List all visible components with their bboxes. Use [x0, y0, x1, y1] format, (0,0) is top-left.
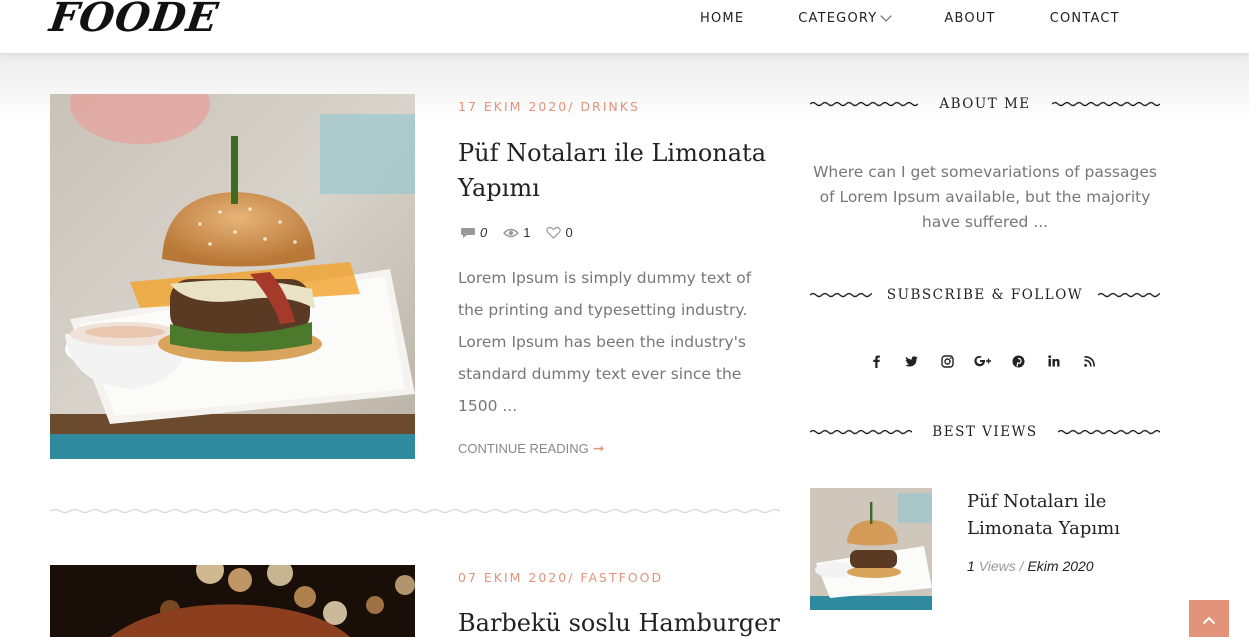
best-view-views-label: Views	[978, 558, 1016, 574]
nav-about[interactable]: ABOUT	[944, 10, 995, 26]
nav-contact-label: CONTACT	[1049, 10, 1120, 26]
facebook-icon[interactable]	[866, 352, 886, 370]
comments-stat: 0	[460, 225, 487, 240]
subscribe-title: SUBSCRIBE & FOLLOW	[886, 287, 1084, 303]
comment-icon	[461, 227, 475, 238]
comments-count: 0	[480, 225, 488, 240]
wave-ornament-left	[810, 101, 918, 107]
wave-ornament-right	[1057, 429, 1160, 435]
best-view-views-count: 1	[967, 558, 975, 574]
nav-category[interactable]: CATEGORY	[798, 9, 893, 26]
rss-icon[interactable]	[1079, 352, 1099, 370]
post-meta[interactable]: 17 EKIM 2020/ DRINKS	[458, 99, 640, 114]
about-me-text: Where can I get somevariations of passag…	[813, 163, 1157, 231]
views-stat: 1	[503, 225, 530, 240]
wave-ornament-right	[1052, 101, 1160, 107]
post-image-bbq-burger[interactable]	[50, 565, 415, 637]
wave-ornament-right	[1098, 292, 1160, 298]
continue-reading-label: CONTINUE READING	[458, 441, 589, 456]
site-header: FOODE HOME CATEGORY ABOUT CONTACT	[0, 0, 1249, 53]
about-me-title: ABOUT ME	[939, 96, 1031, 112]
best-view-separator: /	[1019, 558, 1024, 574]
best-view-thumbnail[interactable]	[810, 488, 932, 610]
chevron-up-icon	[1202, 616, 1216, 624]
likes-count: 0	[565, 225, 573, 240]
pinterest-icon[interactable]	[1008, 352, 1028, 370]
best-view-date: Ekim 2020	[1027, 558, 1094, 574]
post-stats: 0 1 0	[460, 225, 589, 240]
eye-icon	[503, 228, 520, 237]
scroll-to-top-button[interactable]	[1189, 600, 1229, 637]
about-me-heading: ABOUT ME	[810, 94, 1160, 114]
views-count: 1	[523, 225, 531, 240]
wave-ornament-left	[810, 429, 912, 435]
twitter-icon[interactable]	[902, 352, 922, 370]
arrow-right-icon: ➞	[592, 440, 605, 456]
post-image-burger[interactable]	[50, 94, 415, 459]
wave-ornament-left	[810, 292, 872, 298]
best-view-title[interactable]: Püf Notaları ile Limonata Yapımı	[967, 488, 1147, 542]
heart-icon	[546, 226, 562, 239]
continue-reading-link[interactable]: CONTINUE READING ➞	[458, 440, 604, 457]
google-plus-icon[interactable]	[973, 352, 993, 370]
likes-stat[interactable]: 0	[546, 225, 573, 240]
subscribe-heading: SUBSCRIBE & FOLLOW	[810, 285, 1160, 305]
wavy-divider	[50, 508, 780, 514]
best-views-title: BEST VIEWS	[932, 424, 1038, 440]
post-title[interactable]: Püf Notaları ile Limonata Yapımı	[458, 136, 778, 206]
main-nav: HOME CATEGORY ABOUT CONTACT	[700, 9, 1120, 26]
site-logo[interactable]: FOODE	[47, 0, 222, 41]
best-view-meta: 1 Views / Ekim 2020	[967, 558, 1094, 574]
post-title[interactable]: Barbekü soslu Hamburger	[458, 606, 788, 637]
nav-home-label: HOME	[700, 10, 745, 26]
instagram-icon[interactable]	[937, 352, 957, 370]
nav-about-label: ABOUT	[944, 10, 996, 26]
nav-category-label: CATEGORY	[798, 10, 878, 26]
social-links	[866, 352, 1115, 370]
post-meta[interactable]: 07 EKIM 2020/ FASTFOOD	[458, 570, 663, 585]
chevron-down-icon	[880, 9, 893, 22]
nav-contact[interactable]: CONTACT	[1050, 10, 1120, 26]
nav-home[interactable]: HOME	[700, 10, 744, 26]
best-views-heading: BEST VIEWS	[810, 422, 1160, 442]
linkedin-icon[interactable]	[1044, 352, 1064, 370]
post-excerpt: Lorem Ipsum is simply dummy text of the …	[458, 269, 752, 415]
